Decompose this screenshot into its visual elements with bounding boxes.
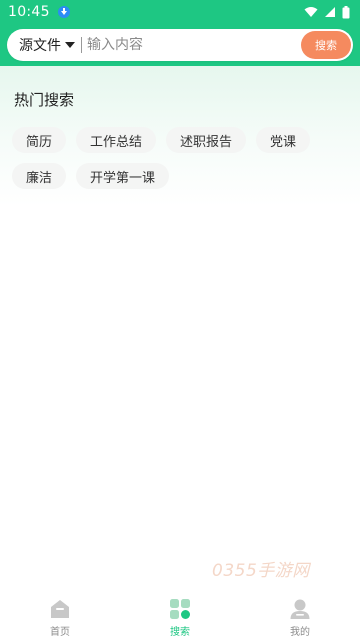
tab-profile-label: 我的 [290,627,310,638]
chip-row: 简历 工作总结 述职报告 党课 [12,127,352,153]
hot-search-title: 热门搜索 [14,91,75,109]
watermark: 0355手游网 [212,561,310,581]
caret-down-icon [65,42,75,48]
download-notification-icon [57,6,70,18]
tab-search-label: 搜索 [170,627,190,638]
status-icons [304,5,350,19]
home-icon [51,600,69,618]
signal-icon [325,7,335,17]
tab-home[interactable]: 首页 [0,592,120,641]
source-dropdown-label: 源文件 [19,38,61,54]
hot-search-chips: 简历 工作总结 述职报告 党课 廉洁 开学第一课 [12,127,352,199]
battery-icon [342,5,350,18]
tab-profile[interactable]: 我的 [240,592,360,641]
bottom-tab-bar: 首页 搜索 我的 [0,592,360,641]
search-bar: 源文件 搜索 [7,29,353,61]
tab-home-label: 首页 [50,627,70,638]
search-button[interactable]: 搜索 [301,31,351,59]
status-time: 10:45 [8,4,50,20]
hot-search-chip[interactable]: 廉洁 [12,163,67,189]
hot-search-chip[interactable]: 工作总结 [76,127,157,153]
search-input[interactable] [87,37,301,53]
hot-search-chip[interactable]: 党课 [256,127,311,153]
chip-row: 廉洁 开学第一课 [12,163,352,189]
search-tab-icon [170,599,190,619]
status-bar: 10:45 [0,0,360,24]
profile-icon [290,599,310,619]
source-dropdown[interactable]: 源文件 [19,35,75,55]
wifi-icon [304,7,318,17]
search-divider [81,37,82,53]
hot-search-chip[interactable]: 简历 [12,127,67,153]
tab-search[interactable]: 搜索 [120,592,240,641]
hot-search-chip[interactable]: 开学第一课 [76,163,170,189]
hot-search-chip[interactable]: 述职报告 [166,127,247,153]
